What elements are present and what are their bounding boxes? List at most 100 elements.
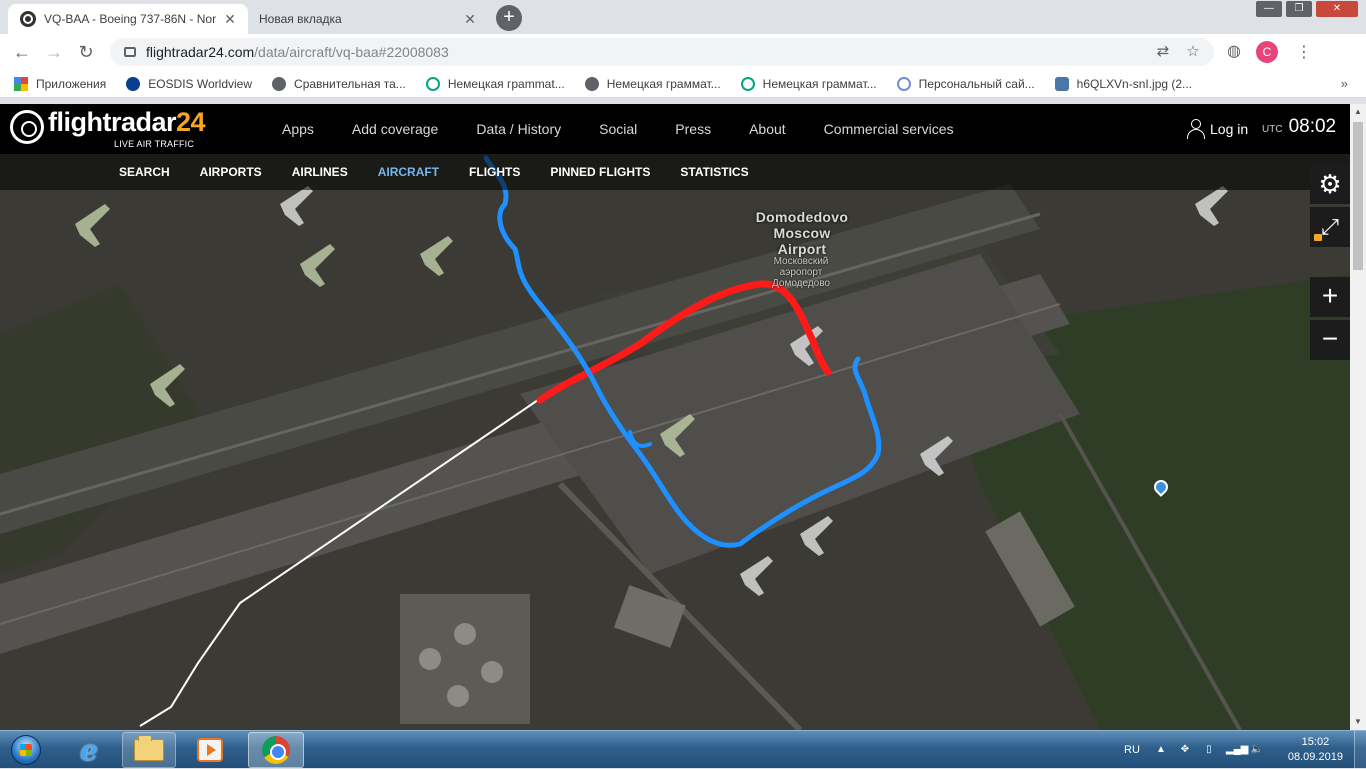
close-tab-icon[interactable]: ✕ bbox=[462, 11, 478, 27]
fr24-favicon-icon bbox=[20, 11, 36, 27]
subnav-airlines[interactable]: AIRLINES bbox=[292, 165, 348, 179]
bookmark-german-1[interactable]: Немецкая грammat... bbox=[425, 76, 565, 91]
minimize-icon[interactable]: — bbox=[1256, 1, 1282, 17]
utc-time: 08:02 bbox=[1288, 116, 1337, 137]
taskbar-internet-explorer[interactable]: e bbox=[62, 732, 116, 768]
lock-badge-icon bbox=[1314, 234, 1322, 241]
bookmark-german-3[interactable]: Немецкая граммат... bbox=[740, 76, 877, 91]
lock-icon[interactable] bbox=[124, 47, 136, 57]
subnav-airports[interactable]: AIRPORTS bbox=[200, 165, 262, 179]
login-button[interactable]: Log in bbox=[1186, 119, 1248, 139]
nav-social[interactable]: Social bbox=[599, 121, 637, 137]
close-window-icon[interactable]: ✕ bbox=[1316, 1, 1358, 17]
reload-icon[interactable]: ↻ bbox=[70, 36, 102, 68]
subnav-flights[interactable]: FLIGHTS bbox=[469, 165, 520, 179]
bookmark-eosdis[interactable]: EOSDIS Worldview bbox=[126, 76, 252, 91]
main-nav: Apps Add coverage Data / History Social … bbox=[282, 121, 992, 137]
nav-press[interactable]: Press bbox=[675, 121, 711, 137]
show-desktop-button[interactable] bbox=[1354, 731, 1366, 769]
restore-icon[interactable]: ❐ bbox=[1286, 1, 1312, 17]
media-player-icon bbox=[197, 738, 223, 762]
bookmark-personal-site[interactable]: Персональный сай... bbox=[896, 76, 1035, 91]
url-host: flightradar24.com bbox=[146, 44, 255, 60]
satellite-map[interactable] bbox=[0, 154, 1350, 730]
utc-label: UTC bbox=[1262, 124, 1283, 135]
subnav-pinned-flights[interactable]: PINNED FLIGHTS bbox=[550, 165, 650, 179]
settings-gear-icon[interactable]: ⚙ bbox=[1310, 164, 1350, 204]
url-path: /data/aircraft/vq-baa#22008083 bbox=[254, 44, 449, 60]
globe-icon bbox=[272, 76, 287, 91]
close-tab-icon[interactable]: ✕ bbox=[222, 11, 238, 27]
fullscreen-expand-icon[interactable]: ⤢ bbox=[1310, 207, 1350, 247]
apps-grid-icon bbox=[14, 76, 28, 91]
scroll-thumb[interactable] bbox=[1353, 122, 1363, 270]
taskbar-file-explorer[interactable] bbox=[122, 732, 176, 768]
map-view[interactable]: SEARCH AIRPORTS AIRLINES AIRCRAFT FLIGHT… bbox=[0, 154, 1350, 730]
site-header: flightradar24 LIVE AIR TRAFFIC Apps Add … bbox=[0, 104, 1350, 154]
translate-icon[interactable]: ⇄ bbox=[1154, 43, 1172, 61]
back-arrow-icon[interactable]: ← bbox=[6, 36, 38, 68]
address-bar[interactable]: flightradar24.com /data/aircraft/vq-baa#… bbox=[110, 38, 1214, 66]
a-letter-icon bbox=[425, 76, 440, 91]
bookmark-vk-image[interactable]: h6QLXVn-snI.jpg (2... bbox=[1054, 76, 1192, 91]
tray-expand-icon[interactable]: ▲ bbox=[1154, 743, 1168, 757]
volume-icon[interactable]: 🔈 bbox=[1250, 743, 1264, 757]
tab-title: Новая вкладка bbox=[259, 12, 342, 26]
login-label: Log in bbox=[1210, 121, 1249, 137]
chrome-icon bbox=[262, 736, 290, 764]
scroll-up-icon[interactable]: ▲ bbox=[1350, 104, 1366, 120]
start-button[interactable] bbox=[6, 731, 46, 769]
nav-about[interactable]: About bbox=[749, 121, 786, 137]
tab-flightradar[interactable]: VQ-BAA - Boeing 737-86N - Nor ✕ bbox=[8, 4, 248, 34]
logo-tagline: LIVE AIR TRAFFIC bbox=[114, 139, 195, 149]
airport-label-ru: Московский аэропорт Домодедово bbox=[772, 256, 830, 289]
nav-commercial-services[interactable]: Commercial services bbox=[824, 121, 954, 137]
taskbar-media-player[interactable] bbox=[183, 732, 237, 768]
a-letter-icon bbox=[740, 76, 755, 91]
scroll-down-icon[interactable]: ▼ bbox=[1350, 714, 1366, 730]
nav-add-coverage[interactable]: Add coverage bbox=[352, 121, 438, 137]
page-scrollbar[interactable]: ▲ ▼ bbox=[1350, 104, 1366, 730]
network-devices-icon[interactable]: ✥ bbox=[1178, 743, 1192, 757]
bookmark-star-icon[interactable]: ☆ bbox=[1184, 43, 1202, 61]
airport-label-en: Domodedovo Moscow Airport bbox=[755, 209, 849, 257]
extension-globe-icon[interactable]: ◍ bbox=[1220, 38, 1248, 66]
sub-nav: SEARCH AIRPORTS AIRLINES AIRCRAFT FLIGHT… bbox=[0, 154, 1350, 190]
bubble-icon bbox=[896, 76, 911, 91]
globe-icon bbox=[584, 76, 599, 91]
subnav-search[interactable]: SEARCH bbox=[119, 165, 170, 179]
tab-strip: VQ-BAA - Boeing 737-86N - Nor ✕ Новая вк… bbox=[0, 0, 1366, 34]
signal-bars-icon[interactable]: ▂▄▆ bbox=[1226, 743, 1248, 757]
nav-apps[interactable]: Apps bbox=[282, 121, 314, 137]
forward-arrow-icon[interactable]: → bbox=[38, 36, 70, 68]
usb-device-icon[interactable]: ▯ bbox=[1202, 743, 1216, 757]
user-icon bbox=[1186, 119, 1205, 139]
subnav-aircraft[interactable]: AIRCRAFT bbox=[378, 165, 439, 179]
bookmark-german-2[interactable]: Немецкая граммат... bbox=[584, 76, 721, 91]
language-indicator[interactable]: RU bbox=[1124, 744, 1140, 756]
vk-icon bbox=[1054, 76, 1069, 91]
more-bookmarks-icon[interactable]: » bbox=[1341, 76, 1348, 91]
new-tab-button[interactable]: + bbox=[496, 5, 522, 31]
fr24-logo[interactable]: flightradar24 LIVE AIR TRAFFIC bbox=[10, 104, 210, 154]
zoom-out-button[interactable]: − bbox=[1310, 320, 1350, 360]
utc-clock: UTC 08:02 bbox=[1262, 116, 1336, 138]
windows-logo-icon bbox=[11, 735, 41, 765]
folder-icon bbox=[134, 735, 164, 761]
internet-explorer-icon: e bbox=[80, 733, 98, 767]
bookmark-comparative[interactable]: Сравнительная та... bbox=[272, 76, 406, 91]
taskbar-chrome[interactable] bbox=[248, 732, 304, 768]
browser-toolbar: ← → ↻ flightradar24.com /data/aircraft/v… bbox=[0, 34, 1366, 70]
subnav-statistics[interactable]: STATISTICS bbox=[680, 165, 748, 179]
bookmark-apps[interactable]: Приложения bbox=[14, 76, 106, 91]
nav-data-history[interactable]: Data / History bbox=[476, 121, 561, 137]
window-controls: — ❐ ✕ bbox=[1252, 1, 1358, 17]
browser-menu-icon[interactable]: ⋮ bbox=[1292, 42, 1316, 62]
profile-avatar[interactable]: C bbox=[1256, 41, 1278, 63]
bookmarks-bar: Приложения EOSDIS Worldview Сравнительна… bbox=[0, 70, 1366, 98]
radar-logo-icon bbox=[10, 110, 44, 144]
zoom-in-button[interactable]: + bbox=[1310, 277, 1350, 317]
tab-title: VQ-BAA - Boeing 737-86N - Nor bbox=[44, 12, 216, 26]
taskbar-clock[interactable]: 15:02 08.09.2019 bbox=[1288, 735, 1343, 765]
tab-new[interactable]: Новая вкладка ✕ bbox=[248, 4, 488, 34]
